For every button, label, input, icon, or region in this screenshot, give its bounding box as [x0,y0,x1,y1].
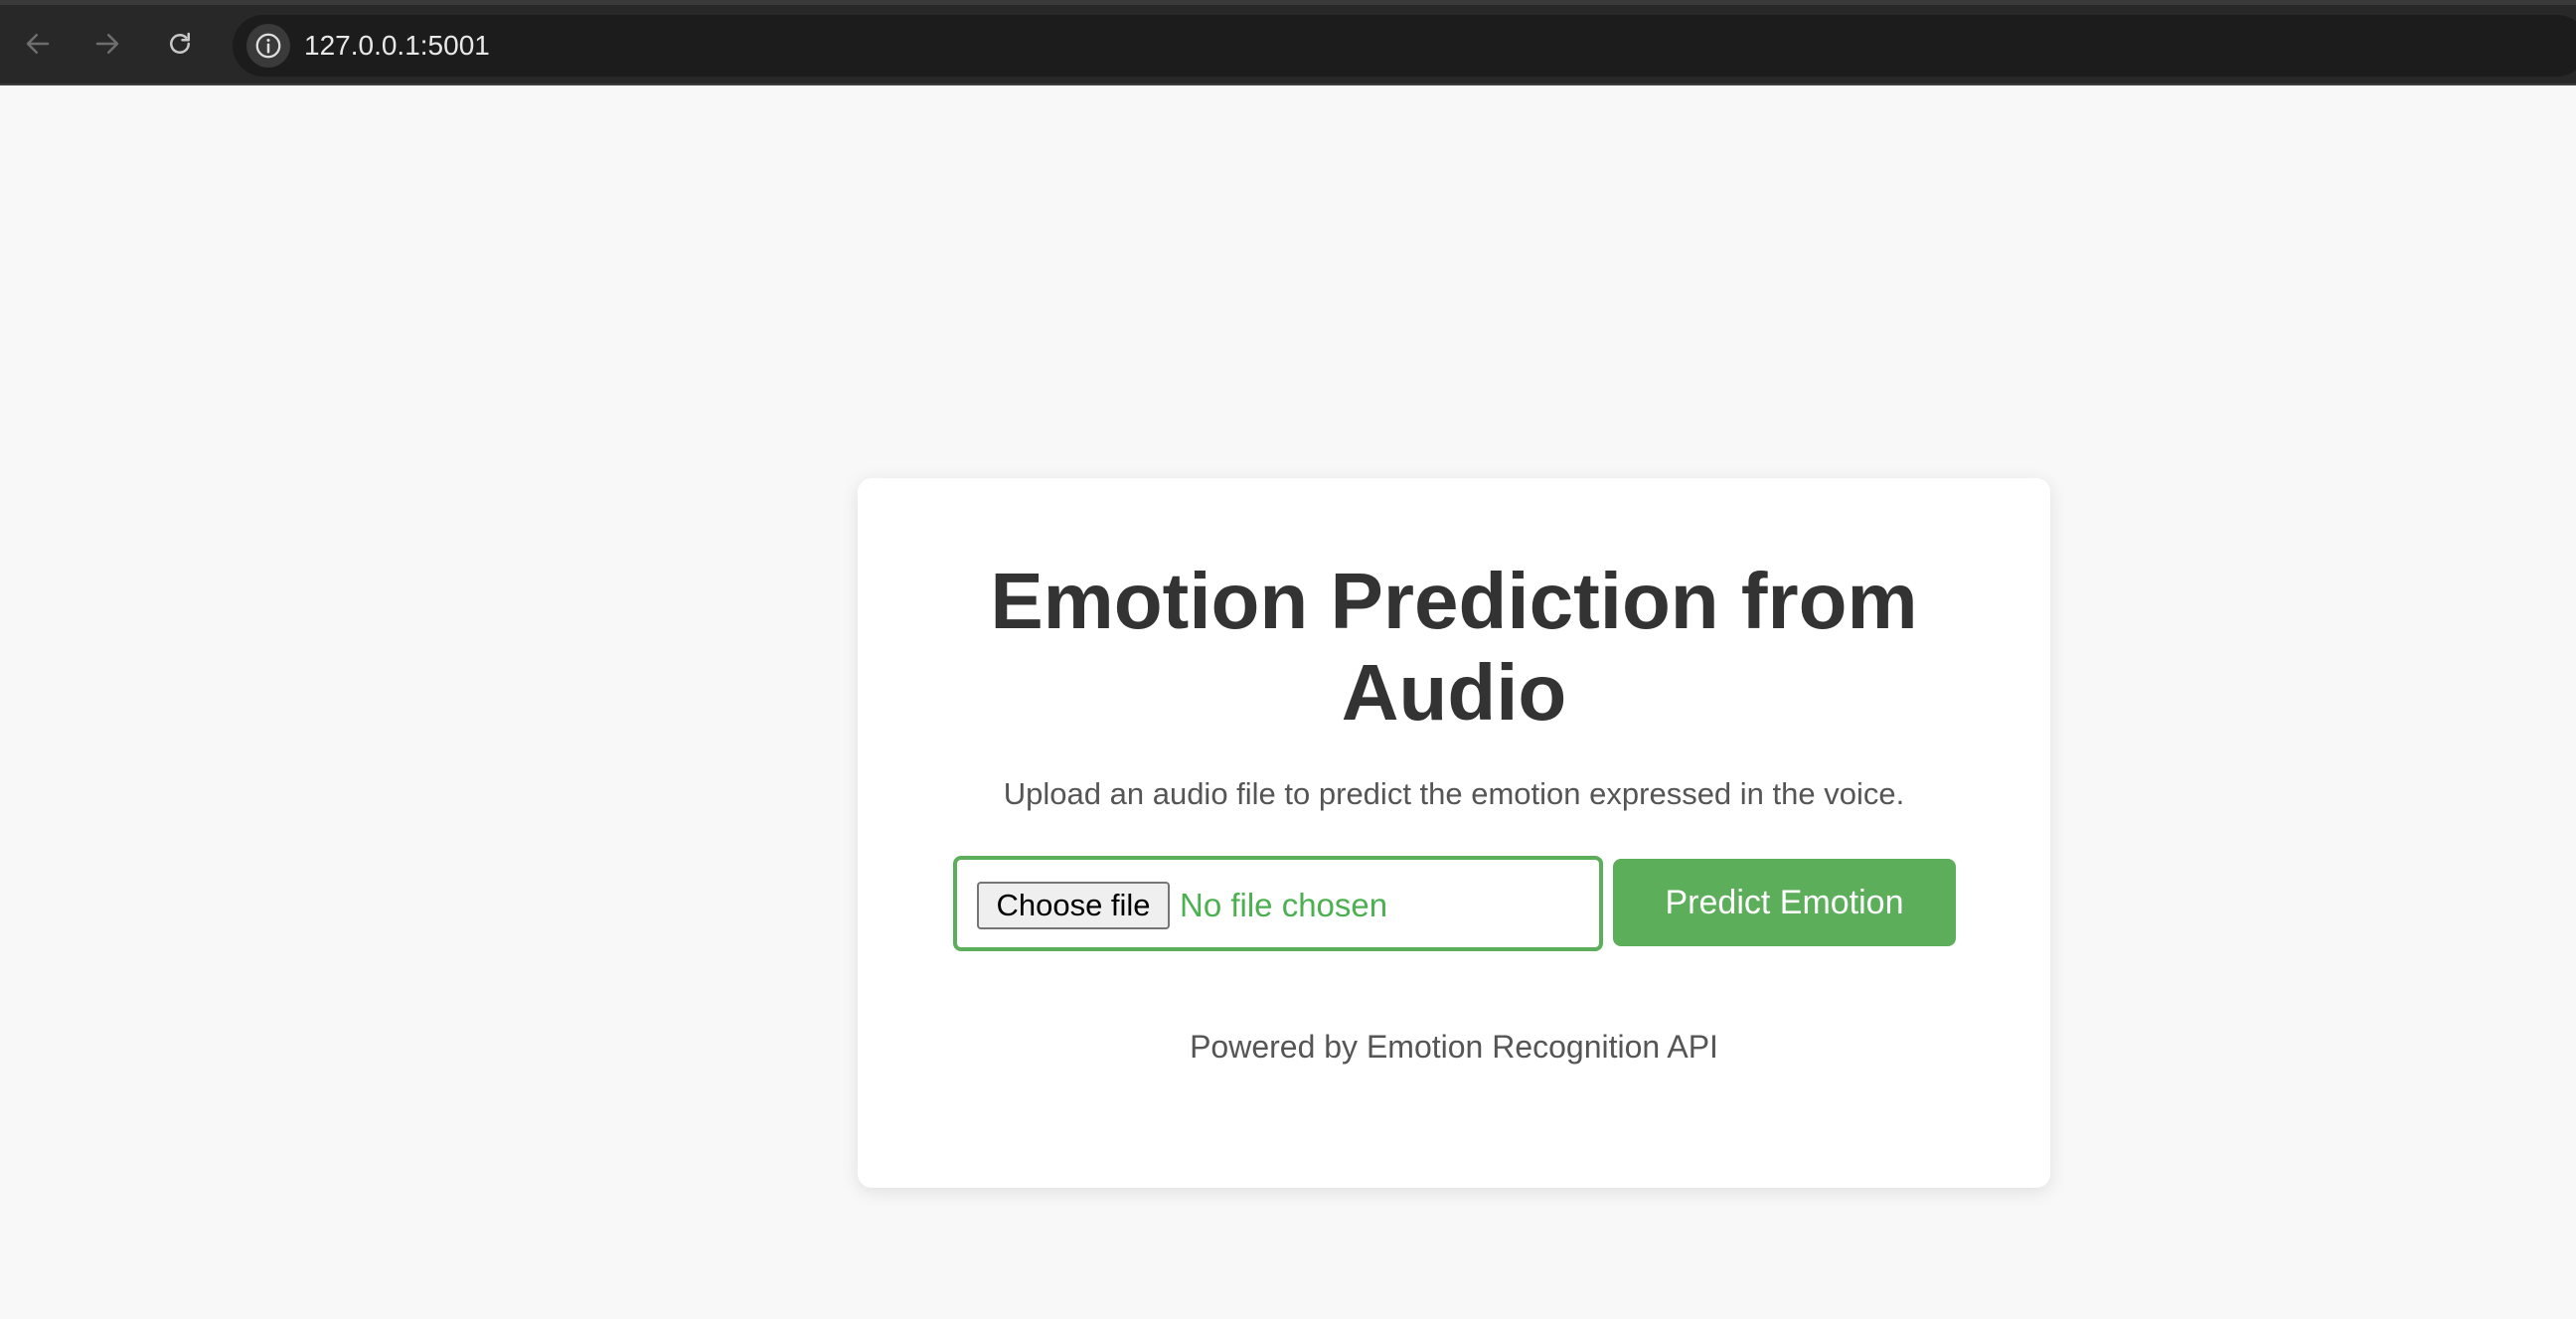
site-info-button[interactable] [246,24,290,68]
file-status-text: No file chosen [1180,887,1388,923]
forward-button[interactable] [87,24,127,64]
arrow-left-icon [26,34,50,54]
arrow-right-icon [95,34,119,54]
predict-emotion-button[interactable]: Predict Emotion [1613,859,1956,946]
url-text[interactable]: 127.0.0.1:5001 [304,15,490,77]
browser-toolbar: 127.0.0.1:5001 [0,0,2576,85]
page-title: Emotion Prediction from Audio [990,557,1918,737]
audio-file-input[interactable]: Choose file No file chosen [953,856,1603,951]
reload-button[interactable] [160,24,200,64]
info-icon [255,33,281,59]
choose-file-button[interactable]: Choose file [977,882,1170,929]
page-description: Upload an audio file to predict the emot… [1003,776,1905,811]
powered-by-footer: Powered by Emotion Recognition API [1190,1029,1718,1065]
upload-card: Emotion Prediction from Audio Upload an … [858,478,2050,1188]
back-button[interactable] [18,24,58,64]
reload-icon [170,32,190,54]
address-bar[interactable]: 127.0.0.1:5001 [233,15,2576,77]
